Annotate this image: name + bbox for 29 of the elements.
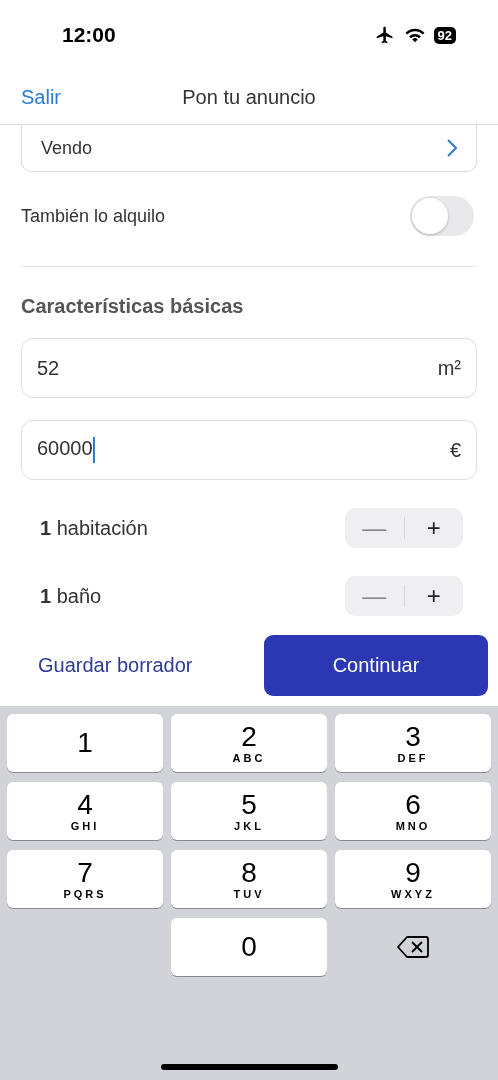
rent-label: También lo alquilo	[21, 205, 166, 227]
rent-toggle[interactable]	[410, 196, 474, 236]
chevron-right-icon	[446, 138, 458, 158]
wifi-icon	[403, 26, 426, 44]
keyboard-key[interactable]: 8 TUV	[171, 850, 327, 908]
screen-title: Pon tu anuncio	[182, 85, 316, 109]
backspace-icon	[397, 935, 429, 959]
section-title: Características básicas	[21, 295, 245, 318]
save-draft-link[interactable]: Guardar borrador	[38, 654, 193, 677]
status-time: 12:00	[62, 23, 116, 47]
continue-button[interactable]: Continuar	[264, 635, 488, 696]
transaction-select[interactable]: Vendo	[21, 125, 477, 172]
keyboard-key[interactable]: 4 GHI	[7, 782, 163, 840]
count-label: 1 baño	[40, 584, 102, 608]
increment-button[interactable]: +	[404, 508, 463, 548]
count-label: 1 habitación	[40, 516, 148, 540]
keyboard-key[interactable]: 7 PQRS	[7, 850, 163, 908]
keyboard-key[interactable]: 9 WXYZ	[335, 850, 491, 908]
keyboard-key[interactable]: 1	[7, 714, 163, 772]
increment-button[interactable]: +	[404, 576, 463, 616]
keyboard-key[interactable]: 6 MNO	[335, 782, 491, 840]
input-field[interactable]: 60000 €	[21, 420, 477, 480]
battery-indicator: 92	[433, 26, 456, 44]
keyboard-key[interactable]: 2 ABC	[171, 714, 327, 772]
keyboard-key[interactable]: 5 JKL	[171, 782, 327, 840]
keyboard-key[interactable]: 0	[171, 918, 327, 976]
exit-link[interactable]: Salir	[21, 85, 61, 109]
keyboard-key[interactable]: 3 DEF	[335, 714, 491, 772]
input-field[interactable]: 52 m²	[21, 338, 477, 398]
